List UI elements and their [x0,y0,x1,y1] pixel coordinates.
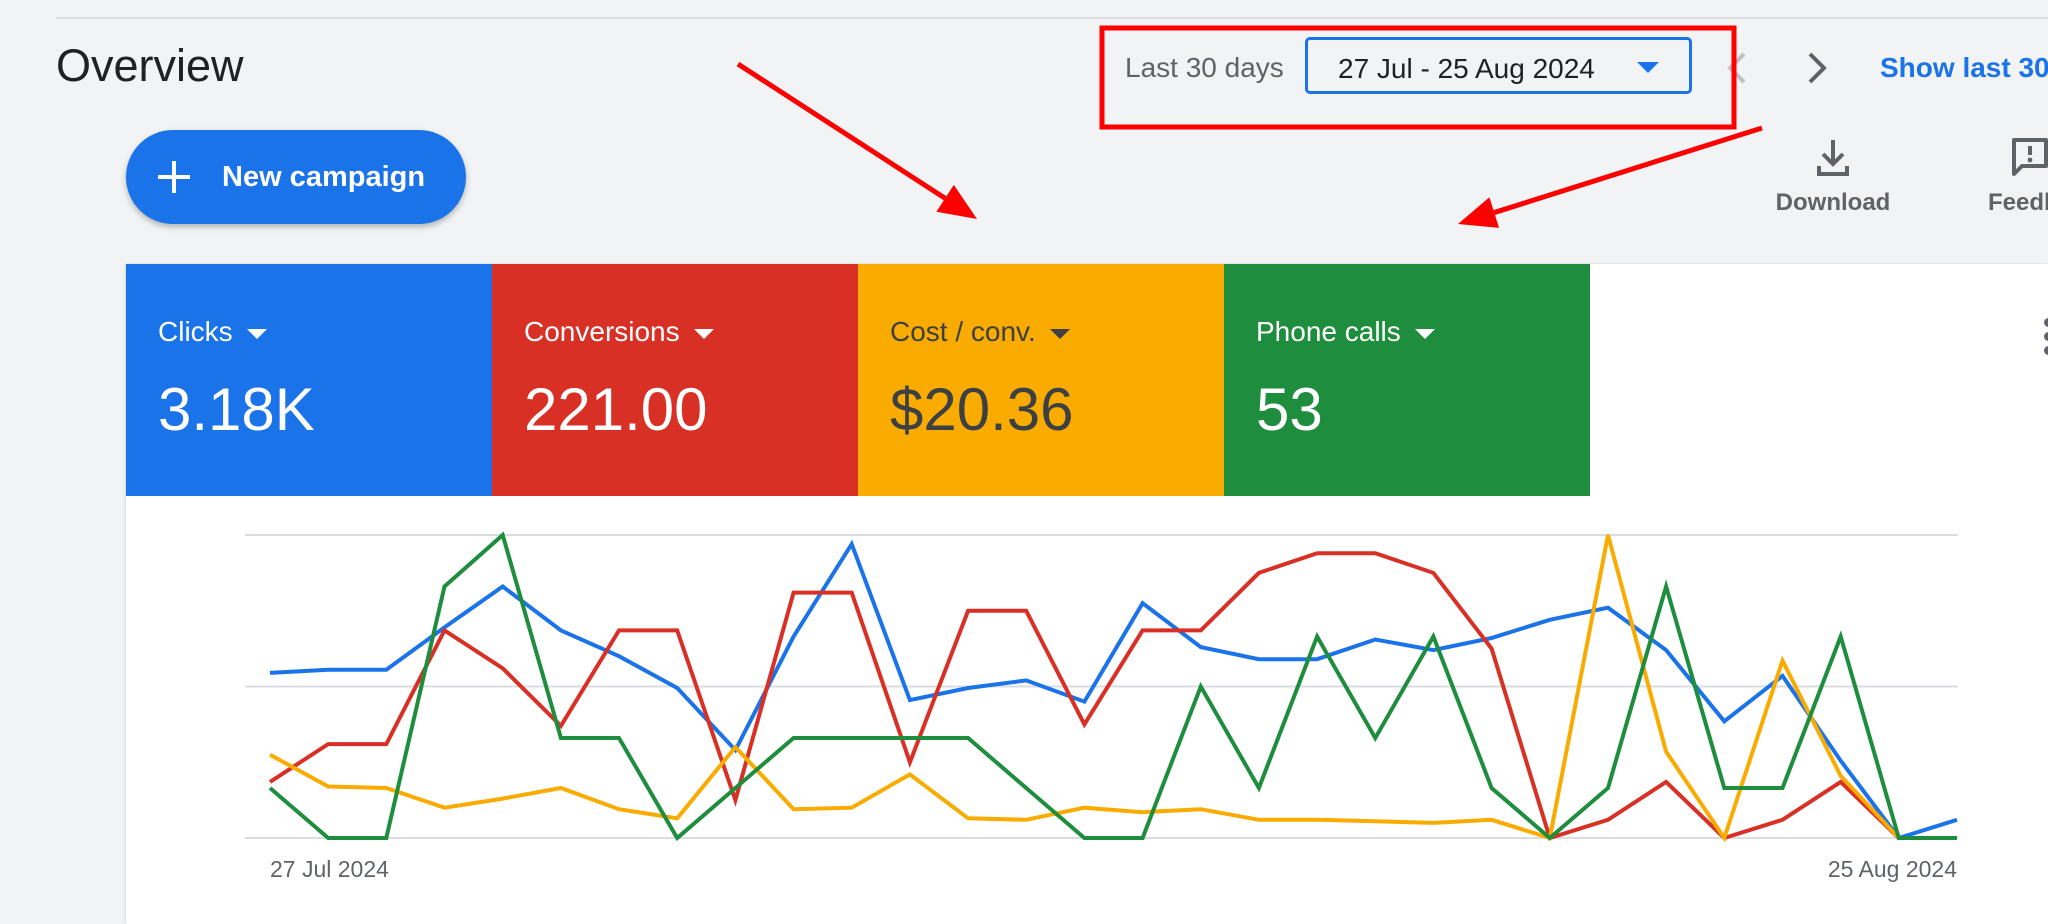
performance-line-chart: 27 Jul 2024 25 Aug 2024 [245,531,1958,882]
x-axis-start-label: 27 Jul 2024 [270,856,389,882]
x-axis-end-label: 25 Aug 2024 [1828,856,1957,882]
